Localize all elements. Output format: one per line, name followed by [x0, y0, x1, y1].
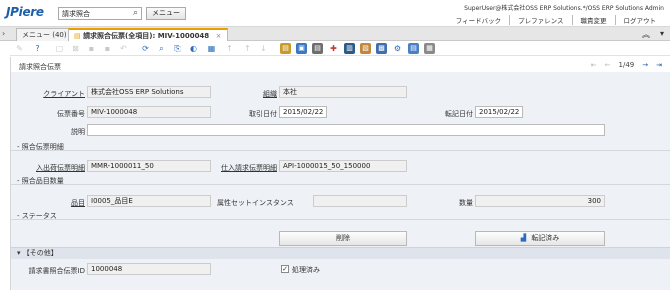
user-info: SuperUser@株式会社OSS ERP Solutions.*/OSS ER… — [464, 5, 664, 12]
other-section: 請求書照合伝票ID 1000048 ✓ 処理済み — [11, 259, 670, 290]
separator — [11, 150, 670, 151]
trx-date-label: 取引日付 — [249, 110, 277, 118]
tab-list-icon[interactable]: ▾ — [660, 29, 664, 40]
quantity-field[interactable]: 300 — [475, 195, 605, 207]
document-icon: ▤ — [74, 32, 81, 40]
record-navigator: ⇤ ← 1/49 → ⇥ — [591, 61, 662, 69]
last-record-icon[interactable]: ⇥ — [656, 61, 662, 69]
ignore-changes-icon[interactable]: ↶ — [118, 43, 129, 54]
export-icon[interactable]: ▤ — [408, 43, 419, 54]
chat-icon[interactable]: ◐ — [188, 43, 199, 54]
app-logo[interactable]: JPiere — [6, 5, 44, 19]
zoom-across-icon[interactable]: ✚ — [328, 43, 339, 54]
menu-search-value: 請求照合 — [62, 10, 90, 18]
inout-line-field[interactable]: MMR-1000011_50 — [87, 160, 211, 172]
menu-button[interactable]: メニュー — [146, 7, 186, 20]
product-info-icon[interactable]: ▩ — [376, 43, 387, 54]
attachment-icon[interactable]: ⎘ — [172, 43, 183, 54]
change-role-link[interactable]: 職責変更 — [571, 15, 615, 25]
expand-sidebar-icon[interactable]: › — [2, 29, 5, 38]
asi-label: 属性セットインスタンス — [217, 199, 294, 207]
detail-record-icon[interactable]: ↑ — [242, 43, 253, 54]
description-field[interactable] — [87, 124, 605, 136]
product-field[interactable]: I0005_品目E — [87, 195, 211, 207]
delete-record-icon[interactable]: ⊠ — [70, 43, 81, 54]
save-icon[interactable]: ▪ — [86, 43, 97, 54]
processed-label: 処理済み — [292, 266, 320, 274]
invoice-line-field[interactable]: API-1000015_50_150000 — [279, 160, 407, 172]
grid-toggle-icon[interactable]: ▦ — [206, 43, 217, 54]
client-field[interactable]: 株式会社OSS ERP Solutions — [87, 86, 211, 98]
acct-date-label: 転記日付 — [445, 110, 473, 118]
tab-menu-label: メニュー (40) — [22, 31, 67, 39]
description-label: 説明 — [71, 128, 85, 136]
match-invoice-window: 請求照合伝票 ⇤ ← 1/49 → ⇥ クライアント 株式会社OSS ERP S… — [10, 57, 670, 290]
product-label[interactable]: 品目 — [31, 198, 85, 208]
copy-record-icon[interactable]: ▢ — [54, 43, 65, 54]
match-invoice-id-field[interactable]: 1000048 — [87, 263, 211, 275]
search-icon[interactable]: ⌕ — [133, 8, 138, 18]
inout-line-label[interactable]: 入出荷伝票明細 — [27, 163, 85, 173]
close-tab-icon[interactable]: × — [216, 32, 222, 40]
preferences-link[interactable]: プレファレンス — [509, 15, 571, 25]
requests-icon[interactable]: ▧ — [360, 43, 371, 54]
settings-gear-icon[interactable]: ⚙ — [392, 43, 403, 54]
window-toolbar: ✎ ? ▢ ⊠ ▪ ▪ ↶ ⟳ ⌕ ⎘ ◐ ▦ ↑ ↑ ↓ ▤ ▣ ▤ ✚ ▥ … — [10, 41, 670, 56]
other-section-header[interactable]: ▾ 【その他】 — [11, 247, 670, 259]
archive-icon[interactable]: ▣ — [296, 43, 307, 54]
save-new-icon[interactable]: ▪ — [102, 43, 113, 54]
client-label[interactable]: クライアント — [31, 89, 85, 99]
document-no-field[interactable]: MIV-1000048 — [87, 106, 211, 118]
posted-button[interactable]: ▟ 転記済み — [475, 231, 605, 246]
help-icon[interactable]: ? — [32, 43, 43, 54]
org-label[interactable]: 組織 — [241, 89, 277, 99]
first-record-icon[interactable]: ⇤ — [591, 61, 597, 69]
logout-link[interactable]: ログアウト — [614, 15, 665, 25]
user-links: フィードバック プレファレンス 職責変更 ログアウト — [448, 15, 664, 25]
chart-icon: ▟ — [520, 234, 527, 242]
org-field[interactable]: 本社 — [279, 86, 407, 98]
separator — [11, 184, 670, 185]
other-section-title: 【その他】 — [22, 249, 58, 257]
detail-record-down-icon[interactable]: ↓ — [258, 43, 269, 54]
document-no-label: 伝票番号 — [57, 110, 85, 118]
trx-date-field[interactable]: 2015/02/22 — [279, 106, 327, 118]
find-icon[interactable]: ⌕ — [156, 43, 167, 54]
match-invoice-id-label: 請求書照合伝票ID — [28, 267, 85, 275]
parent-record-icon[interactable]: ↑ — [224, 43, 235, 54]
quantity-label: 数量 — [459, 199, 473, 207]
tab-match-invoice[interactable]: ▤ 請求照合伝票(全項目): MIV-1000048 × — [68, 28, 228, 41]
next-record-icon[interactable]: → — [642, 61, 648, 69]
processed-checkbox[interactable]: ✓ — [281, 265, 289, 273]
menu-search-input[interactable]: 請求照合 ⌕ — [58, 7, 142, 20]
delete-button[interactable]: 削除 — [279, 231, 407, 246]
invoice-line-label[interactable]: 仕入請求伝票明細 — [217, 163, 277, 173]
collapse-up-icon[interactable]: ︽ — [642, 29, 650, 40]
collapse-icon[interactable]: ▾ — [17, 249, 21, 257]
acct-date-field[interactable]: 2015/02/22 — [475, 106, 523, 118]
form-area: クライアント 株式会社OSS ERP Solutions 組織 本社 伝票番号 … — [11, 72, 670, 270]
posted-button-label: 転記済み — [531, 234, 560, 242]
print-icon[interactable]: ▤ — [312, 43, 323, 54]
active-workflows-icon[interactable]: ▥ — [344, 43, 355, 54]
tab-match-invoice-label: 請求照合伝票(全項目): MIV-1000048 — [83, 32, 210, 40]
top-bar: JPiere 請求照合 ⌕ メニュー SuperUser@株式会社OSS ERP… — [0, 0, 670, 27]
tab-menu[interactable]: メニュー (40) — [16, 28, 73, 41]
report-icon[interactable]: ▤ — [280, 43, 291, 54]
tabbar-controls: ︽ ▾ — [642, 29, 664, 40]
delete-button-label: 削除 — [336, 234, 350, 242]
previous-record-icon[interactable]: ← — [605, 61, 611, 69]
separator — [11, 219, 670, 220]
refresh-icon[interactable]: ⟳ — [140, 43, 151, 54]
customize-icon[interactable]: ▦ — [424, 43, 435, 54]
window-title: 請求照合伝票 — [19, 63, 61, 71]
record-position: 1/49 — [618, 61, 635, 69]
asi-field[interactable] — [313, 195, 407, 207]
feedback-link[interactable]: フィードバック — [448, 15, 509, 25]
new-record-icon[interactable]: ✎ — [14, 43, 25, 54]
tab-bar: › メニュー (40) ▤ 請求照合伝票(全項目): MIV-1000048 ×… — [0, 27, 670, 41]
